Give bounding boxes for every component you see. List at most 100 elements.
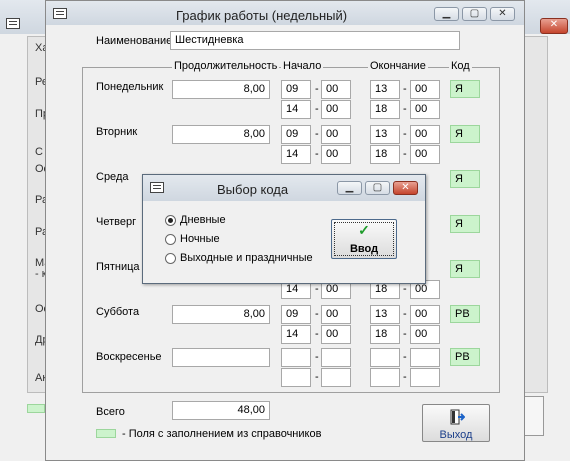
name-input[interactable]: Шестидневка — [170, 31, 460, 50]
start-separator: - — [315, 308, 319, 320]
end-hour-input[interactable]: 13 — [370, 305, 400, 324]
dialog-minimize-button[interactable]: ▁ — [337, 181, 362, 195]
minimize-button[interactable]: ▁ — [434, 7, 459, 21]
start-minute-input[interactable] — [321, 368, 351, 387]
option-label[interactable]: Дневные — [180, 214, 226, 226]
code-field[interactable]: РВ — [450, 348, 480, 366]
header-code: Код — [449, 60, 472, 72]
end-separator: - — [403, 328, 407, 340]
code-field[interactable]: Я — [450, 80, 480, 98]
code-field[interactable]: Я — [450, 125, 480, 143]
checkmark-icon: ✓ — [358, 222, 370, 238]
duration-input[interactable]: 8,00 — [172, 80, 270, 99]
start-hour-input[interactable]: 09 — [281, 125, 311, 144]
start-hour-input[interactable] — [281, 368, 311, 387]
exit-icon — [450, 409, 465, 425]
ok-button[interactable]: ✓ Ввод — [331, 219, 397, 259]
start-separator: - — [315, 128, 319, 140]
option-radio[interactable] — [165, 253, 176, 264]
end-hour-input[interactable]: 18 — [370, 145, 400, 164]
ok-label: Ввод — [349, 243, 379, 255]
start-minute-input[interactable]: 00 — [321, 145, 351, 164]
start-minute-input[interactable] — [321, 348, 351, 367]
day-label: Пятница — [96, 261, 140, 273]
end-hour-input[interactable] — [370, 368, 400, 387]
code-field[interactable]: Я — [450, 215, 480, 233]
exit-label: Выход — [439, 429, 473, 441]
dialog-icon — [150, 182, 164, 193]
start-hour-input[interactable]: 14 — [281, 100, 311, 119]
schedule-window-icon — [53, 8, 67, 19]
header-end: Окончание — [368, 60, 428, 72]
maximize-button[interactable]: ▢ — [462, 7, 487, 21]
start-minute-input[interactable]: 00 — [321, 305, 351, 324]
day-label: Вторник — [96, 126, 138, 138]
code-field[interactable]: Я — [450, 260, 480, 278]
start-separator: - — [315, 328, 319, 340]
end-hour-input[interactable] — [370, 348, 400, 367]
end-separator: - — [403, 148, 407, 160]
dialog-maximize-button[interactable]: ▢ — [365, 181, 390, 195]
option-radio[interactable] — [165, 234, 176, 245]
exit-button[interactable]: Выход — [422, 404, 490, 442]
app-icon — [6, 18, 20, 29]
end-separator: - — [403, 83, 407, 95]
end-separator: - — [403, 283, 407, 295]
schedule-window-title: График работы (недельный) — [176, 8, 348, 23]
header-duration: Продолжительность — [172, 60, 280, 72]
option-radio[interactable] — [165, 215, 176, 226]
start-minute-input[interactable]: 00 — [321, 125, 351, 144]
start-minute-input[interactable]: 00 — [321, 325, 351, 344]
start-hour-input[interactable]: 09 — [281, 305, 311, 324]
end-minute-input[interactable]: 00 — [410, 145, 440, 164]
end-separator: - — [403, 128, 407, 140]
background-close-button[interactable]: ✕ — [540, 18, 568, 34]
background-label: С — [35, 146, 43, 158]
end-hour-input[interactable]: 13 — [370, 125, 400, 144]
duration-input[interactable]: 8,00 — [172, 305, 270, 324]
dialog-title: Выбор кода — [217, 182, 289, 197]
start-separator: - — [315, 148, 319, 160]
end-minute-input[interactable]: 00 — [410, 100, 440, 119]
start-separator: - — [315, 283, 319, 295]
end-hour-input[interactable]: 18 — [370, 100, 400, 119]
start-hour-input[interactable]: 14 — [281, 325, 311, 344]
end-separator: - — [403, 103, 407, 115]
dialog-close-button[interactable]: ✕ — [393, 181, 418, 195]
day-label: Воскресенье — [96, 351, 162, 363]
end-minute-input[interactable]: 00 — [410, 80, 440, 99]
day-label: Среда — [96, 171, 129, 183]
end-minute-input[interactable]: 00 — [410, 325, 440, 344]
header-start: Начало — [281, 60, 324, 72]
legend-swatch — [96, 429, 116, 438]
end-minute-input[interactable] — [410, 368, 440, 387]
start-hour-input[interactable] — [281, 348, 311, 367]
duration-input[interactable] — [172, 348, 270, 367]
duration-input[interactable]: 8,00 — [172, 125, 270, 144]
end-minute-input[interactable]: 00 — [410, 305, 440, 324]
end-minute-input[interactable]: 00 — [410, 125, 440, 144]
end-minute-input[interactable] — [410, 348, 440, 367]
end-hour-input[interactable]: 18 — [370, 325, 400, 344]
code-dialog: Выбор кода ▁ ▢ ✕ Дневные Ночные Выходные и… — [142, 174, 426, 284]
background-right-panel — [522, 36, 548, 393]
background-legend-swatch — [27, 404, 45, 413]
end-separator: - — [403, 308, 407, 320]
end-hour-input[interactable]: 13 — [370, 80, 400, 99]
start-separator: - — [315, 371, 319, 383]
day-label: Понедельник — [96, 81, 164, 93]
start-minute-input[interactable]: 00 — [321, 100, 351, 119]
total-label: Всего — [96, 406, 125, 418]
start-minute-input[interactable]: 00 — [321, 80, 351, 99]
start-separator: - — [315, 83, 319, 95]
start-hour-input[interactable]: 14 — [281, 145, 311, 164]
close-button[interactable]: ✕ — [490, 7, 515, 21]
day-label: Суббота — [96, 306, 140, 318]
end-separator: - — [403, 351, 407, 363]
option-label[interactable]: Выходные и праздничные — [180, 252, 313, 264]
option-label[interactable]: Ночные — [180, 233, 220, 245]
code-field[interactable]: РВ — [450, 305, 480, 323]
name-label: Наименование — [96, 35, 173, 47]
start-hour-input[interactable]: 09 — [281, 80, 311, 99]
code-field[interactable]: Я — [450, 170, 480, 188]
